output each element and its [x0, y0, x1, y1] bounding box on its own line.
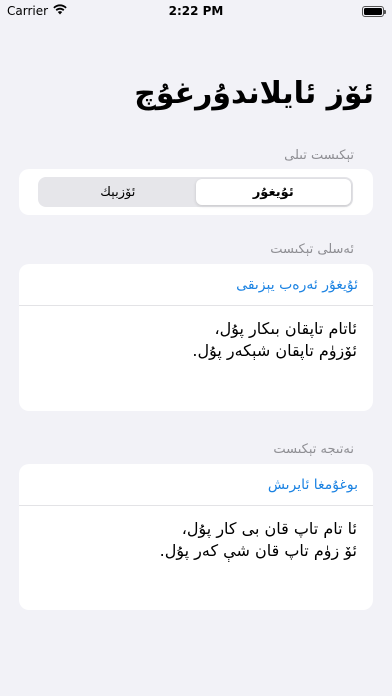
result-line: ئۆ زۈم تاپ قان شې كەر پۇل.: [159, 541, 357, 560]
language-card: ئۆزبېك ئۇيغۇر: [19, 169, 373, 215]
language-section-header: تېكىست تىلى: [284, 148, 354, 163]
source-line: ئاتام تاپقان بىكار پۇل،: [214, 319, 357, 338]
screen: Carrier 2:22 PM ئۆز ئايلاندۇرغۇچ تېكىست …: [0, 0, 392, 696]
source-script-link[interactable]: ئۇيغۇر ئەرەب يېزىقى: [19, 264, 373, 306]
source-text-area[interactable]: ئاتام تاپقان بىكار پۇل، ئۆزۈم تاپقان شېك…: [19, 306, 373, 362]
source-section-header: ئەسلى تېكىست: [270, 242, 354, 257]
result-section-header: نەتىجە تېكىست: [273, 442, 354, 457]
segment-uzbek[interactable]: ئۆزبېك: [40, 179, 196, 205]
page-title: ئۆز ئايلاندۇرغۇچ: [134, 76, 374, 111]
status-bar: Carrier 2:22 PM: [0, 0, 392, 22]
battery-fill: [364, 7, 382, 15]
source-line: ئۆزۈم تاپقان شېكەر پۇل.: [192, 341, 357, 360]
syllabify-link[interactable]: بوغۇمغا ئايرىش: [19, 464, 373, 506]
result-line: ئا تام تاپ قان بى كار پۇل،: [181, 519, 357, 538]
result-text-area[interactable]: ئا تام تاپ قان بى كار پۇل، ئۆ زۈم تاپ قا…: [19, 506, 373, 562]
language-segmented-control[interactable]: ئۆزبېك ئۇيغۇر: [38, 177, 353, 207]
battery-icon: [362, 5, 386, 17]
segment-uyghur[interactable]: ئۇيغۇر: [195, 179, 351, 205]
status-time: 2:22 PM: [168, 4, 224, 18]
source-card: ئۇيغۇر ئەرەب يېزىقى ئاتام تاپقان بىكار پ…: [19, 264, 373, 411]
result-card: بوغۇمغا ئايرىش ئا تام تاپ قان بى كار پۇل…: [19, 464, 373, 610]
